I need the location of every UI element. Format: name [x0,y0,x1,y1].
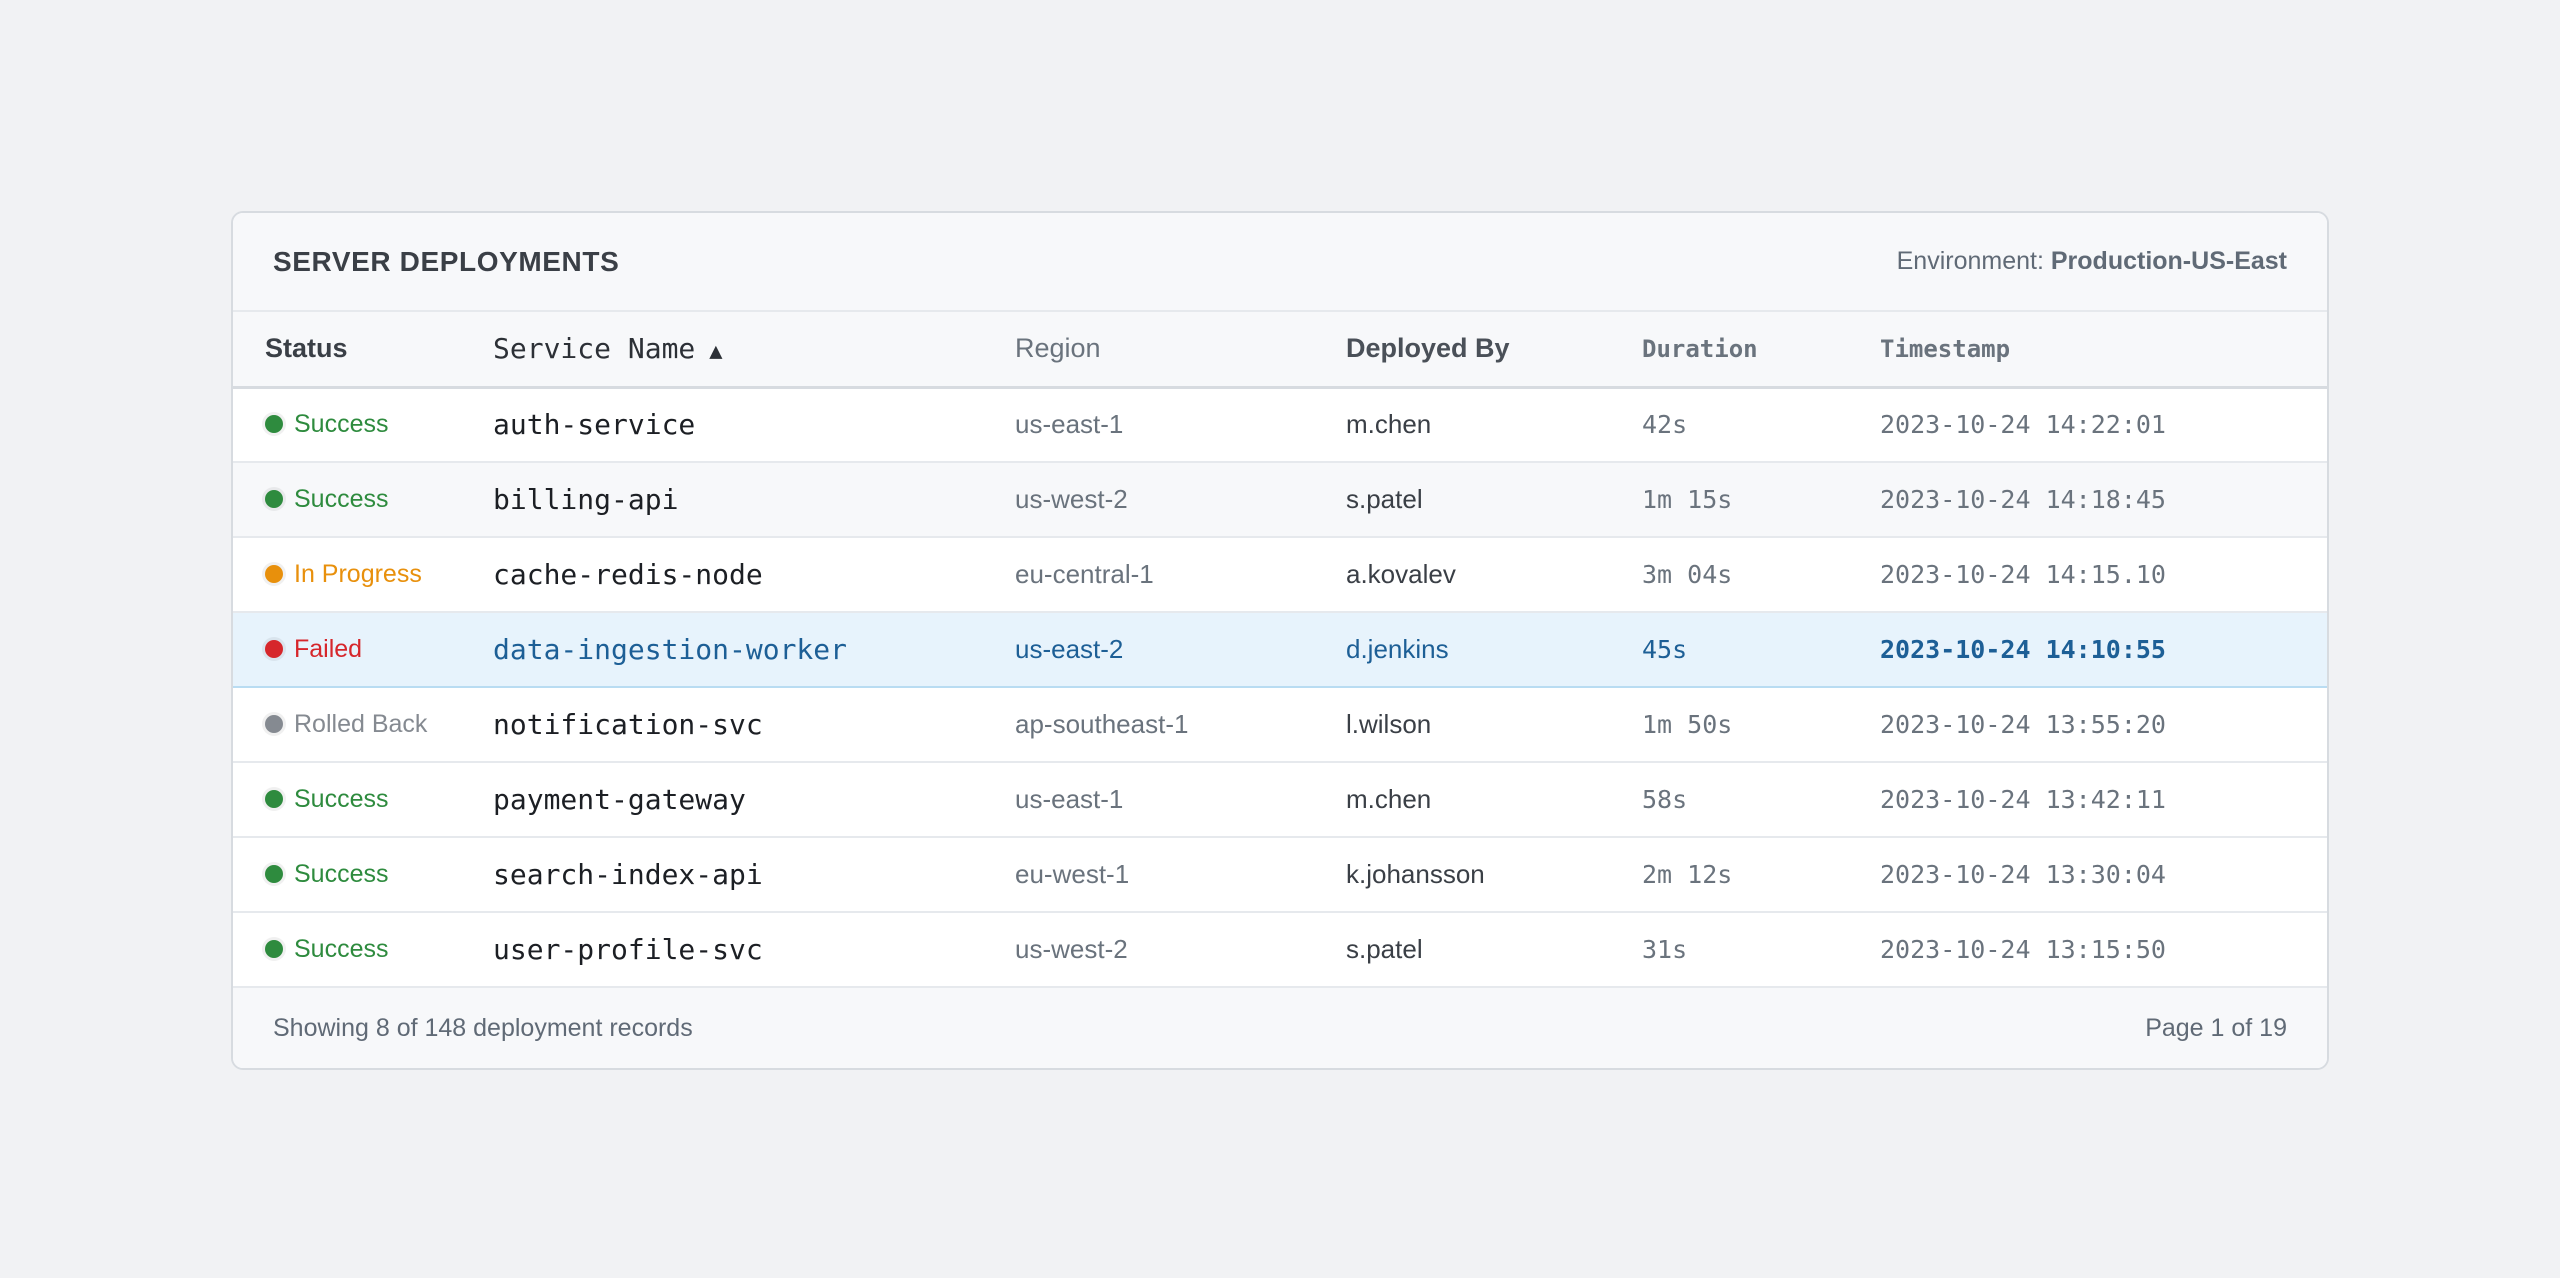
status-label: Success [294,859,389,888]
table-row[interactable]: Success user-profile-svc us-west-2 s.patel 3… [233,912,2327,987]
table-header-row: Status Service Name ▲ Region Deployed By … [233,312,2327,387]
status-dot-icon [265,940,283,958]
duration-cell: 58s [1642,785,1688,814]
deployed-by-cell: a.kovalev [1346,559,1456,589]
environment-value: Production-US-East [2050,247,2287,275]
table-row[interactable]: Success billing-api us-west-2 s.patel 1m 15s… [233,462,2327,537]
timestamp-cell: 2023-10-24 13:15:50 [1880,935,2166,964]
region-cell: us-east-1 [1015,784,1124,814]
service-name-cell: billing-api [493,483,679,516]
status-badge: Success [265,935,388,964]
deployed-by-cell: l.wilson [1346,709,1432,739]
records-summary: Showing 8 of 148 deployment records [273,1013,693,1042]
status-cell: Rolled Back [233,687,493,762]
sort-ascending-icon[interactable]: ▲ [709,339,722,364]
status-dot-icon [265,415,283,434]
status-badge: In Progress [265,560,422,589]
duration-cell: 45s [1642,635,1688,664]
table-row[interactable]: Success search-index-api eu-west-1 k.johans… [233,837,2327,912]
status-label: Success [294,784,389,813]
service-name-cell: auth-service [493,408,696,442]
timestamp-cell: 2023-10-24 14:18:45 [1880,485,2166,514]
status-label: Rolled Back [294,709,428,738]
status-dot-icon [265,790,283,808]
status-badge: Success [265,410,388,439]
status-label: In Progress [294,559,422,588]
status-cell: Success [233,837,493,912]
timestamp-cell: 2023-10-24 13:55:20 [1880,710,2166,739]
region-cell: us-east-1 [1015,409,1124,440]
status-cell: Success [233,462,493,537]
column-header-region[interactable]: Region [1015,312,1346,387]
environment-label: Environment: [1896,247,2044,275]
table-row[interactable]: Failed data-ingestion-worker us-east-2 d.je… [233,612,2327,687]
status-dot-icon [265,640,283,658]
status-badge: Rolled Back [265,710,427,739]
region-cell: eu-central-1 [1015,559,1154,589]
duration-cell: 1m 50s [1642,710,1733,739]
status-cell: Success [233,387,493,462]
duration-cell: 31s [1642,935,1688,964]
service-name-cell: user-profile-svc [493,933,763,966]
status-label: Success [294,484,389,513]
duration-cell: 2m 12s [1642,860,1733,889]
status-cell: Failed [233,612,493,687]
table-row[interactable]: In Progress cache-redis-node eu-central-1 a… [233,537,2327,612]
region-cell: us-west-2 [1015,484,1128,514]
region-cell: ap-southeast-1 [1015,709,1189,739]
timestamp-cell: 2023-10-24 13:42:11 [1880,785,2166,814]
table-row[interactable]: Success auth-service us-east-1 m.chen 42s 202… [233,387,2327,462]
column-header-deployed-by[interactable]: Deployed By [1346,312,1642,387]
status-badge: Failed [265,635,362,664]
panel-footer: Showing 8 of 148 deployment records Page… [233,986,2327,1068]
status-badge: Success [265,485,388,514]
service-name-cell: cache-redis-node [493,558,763,591]
status-dot-icon [265,490,283,508]
status-label: Success [294,409,389,438]
environment-indicator: Environment: Production-US-East [1897,247,2287,276]
table-row[interactable]: Success payment-gateway us-east-1 m.chen 58s… [233,762,2327,837]
table-row[interactable]: Rolled Back notification-svc ap-southeast-… [233,687,2327,762]
column-header-duration[interactable]: Duration [1642,312,1880,387]
status-badge: Success [265,860,388,889]
deployed-by-cell: m.chen [1346,409,1432,440]
service-name-cell: data-ingestion-worker [493,633,848,666]
panel-title: SERVER DEPLOYMENTS [273,245,620,277]
timestamp-cell: 2023-10-24 13:30:04 [1880,860,2166,889]
duration-cell: 3m 04s [1642,560,1733,589]
column-header-status[interactable]: Status [233,312,493,387]
deployments-table: Status Service Name ▲ Region Deployed By … [233,312,2327,988]
status-dot-icon [265,865,283,883]
deployed-by-cell: m.chen [1346,784,1432,814]
deployed-by-cell: s.patel [1346,934,1423,964]
status-badge: Success [265,785,388,814]
region-cell: us-west-2 [1015,934,1128,964]
column-header-timestamp[interactable]: Timestamp [1880,312,2327,387]
column-header-service-name[interactable]: Service Name ▲ [493,312,1015,387]
pagination-indicator[interactable]: Page 1 of 19 [2145,1014,2287,1043]
status-cell: Success [233,762,493,837]
deployments-panel: SERVER DEPLOYMENTS Environment: Producti… [231,211,2329,1070]
status-dot-icon [265,565,283,583]
duration-cell: 1m 15s [1642,485,1733,514]
status-label: Failed [294,634,363,663]
service-name-cell: search-index-api [493,858,763,891]
region-cell: eu-west-1 [1015,859,1130,889]
status-cell: Success [233,912,493,987]
timestamp-cell: 2023-10-24 14:22:01 [1880,410,2166,440]
duration-cell: 42s [1642,410,1688,440]
status-cell: In Progress [233,537,493,612]
timestamp-cell: 2023-10-24 14:10:55 [1880,635,2166,664]
deployed-by-cell: d.jenkins [1346,634,1449,664]
deployed-by-cell: s.patel [1346,484,1423,514]
service-name-cell: payment-gateway [493,783,746,816]
status-dot-icon [265,715,283,733]
timestamp-cell: 2023-10-24 14:15.10 [1880,560,2166,589]
region-cell: us-east-2 [1015,634,1124,664]
status-label: Success [294,934,389,963]
service-name-cell: notification-svc [493,708,763,741]
deployed-by-cell: k.johansson [1346,859,1485,889]
panel-header: SERVER DEPLOYMENTS Environment: Producti… [233,213,2327,312]
